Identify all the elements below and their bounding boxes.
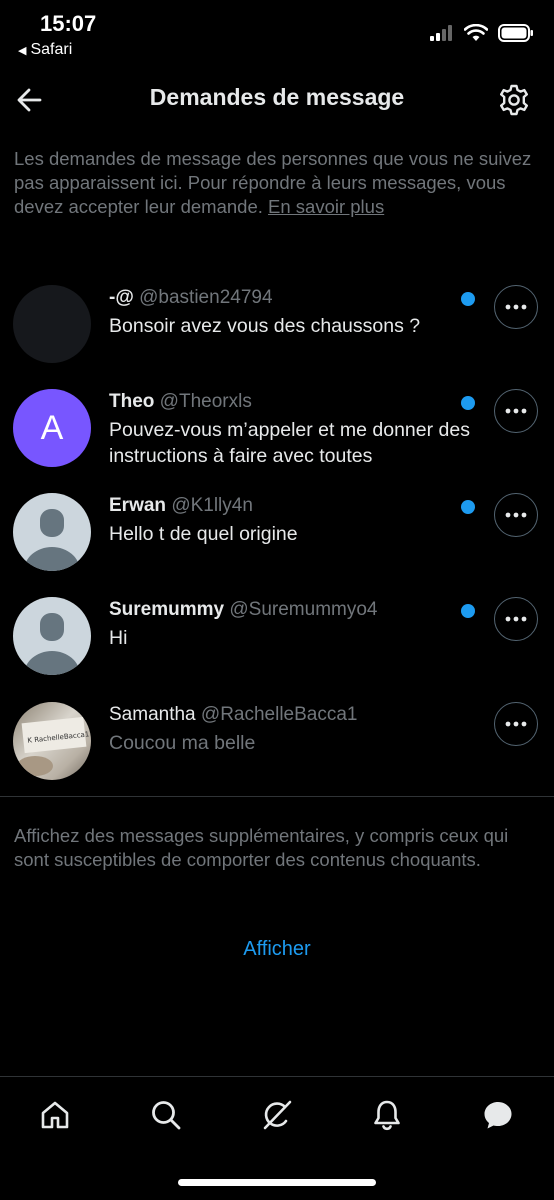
conversation-name: -@ xyxy=(109,287,134,308)
settings-button[interactable] xyxy=(496,82,532,118)
conversation-item[interactable]: Erwan @K1lly4n Hello t de quel origine xyxy=(0,493,554,573)
avatar: A xyxy=(13,389,91,467)
unread-indicator xyxy=(461,500,475,514)
back-app-label: Safari xyxy=(30,41,73,58)
back-to-app-link[interactable]: ◀ Safari xyxy=(18,41,72,59)
more-options-button[interactable] xyxy=(494,597,538,641)
conversation-handle: @bastien24794 xyxy=(139,287,273,308)
more-options-button[interactable] xyxy=(494,285,538,329)
learn-more-link[interactable]: En savoir plus xyxy=(268,196,384,217)
default-avatar-icon xyxy=(24,613,80,675)
conversation-handle: @K1lly4n xyxy=(171,495,253,516)
more-icon xyxy=(505,408,527,414)
conversation-name: Theo xyxy=(109,391,155,412)
info-text: Les demandes de message des personnes qu… xyxy=(14,147,542,219)
home-indicator xyxy=(178,1179,376,1186)
tab-grok[interactable] xyxy=(257,1095,297,1135)
home-icon xyxy=(41,1101,69,1129)
tab-search[interactable] xyxy=(146,1095,186,1135)
unread-indicator xyxy=(461,604,475,618)
unread-indicator xyxy=(461,396,475,410)
bell-icon xyxy=(374,1100,400,1131)
default-avatar-icon xyxy=(24,509,80,571)
conversation-message: Hi xyxy=(109,627,128,649)
conversation-item[interactable]: A Theo @Theorxls Pouvez-vous m’appeler e… xyxy=(0,389,554,469)
status-icons xyxy=(430,22,534,44)
tab-messages[interactable] xyxy=(478,1095,518,1135)
more-options-button[interactable] xyxy=(494,702,538,746)
conversation-name: Suremummy xyxy=(109,599,225,620)
wifi-icon xyxy=(464,24,488,41)
conversation-name: Samantha xyxy=(109,704,196,725)
more-icon xyxy=(505,721,527,727)
conversation-name: Erwan xyxy=(109,495,167,516)
conversation-item[interactable]: K RachelleBacca1 Samantha @RachelleBacca… xyxy=(0,702,554,782)
search-icon xyxy=(152,1101,181,1130)
default-avatar xyxy=(13,493,91,571)
gear-icon xyxy=(500,84,528,116)
messages-icon xyxy=(484,1102,512,1129)
tab-notifications[interactable] xyxy=(367,1095,407,1135)
more-icon xyxy=(505,616,527,622)
conversation-item[interactable]: -@ @bastien24794 Bonsoir avez vous des c… xyxy=(0,285,554,365)
conversation-item[interactable]: Suremummy @Suremummyo4 Hi xyxy=(0,597,554,677)
more-icon xyxy=(505,512,527,518)
conversation-handle: @RachelleBacca1 xyxy=(200,704,358,725)
back-triangle-icon: ◀ xyxy=(18,45,27,57)
status-bar: 15:07 ◀ Safari xyxy=(0,0,554,70)
more-options-button[interactable] xyxy=(494,389,538,433)
battery-icon xyxy=(498,24,533,42)
photo-avatar: K RachelleBacca1 xyxy=(13,702,91,780)
conversation-handle: @Suremummyo4 xyxy=(229,599,378,620)
show-more-button[interactable]: Afficher xyxy=(0,938,554,961)
conversation-message: Pouvez-vous m’appeler et me donner des i… xyxy=(109,419,470,467)
conversation-message: Hello t de quel origine xyxy=(109,523,298,545)
avatar xyxy=(13,285,91,363)
tab-home[interactable] xyxy=(35,1095,75,1135)
status-time: 15:07 xyxy=(40,11,97,36)
more-messages-info: Affichez des messages supplémentaires, y… xyxy=(14,825,509,870)
unread-indicator xyxy=(461,292,475,306)
default-avatar xyxy=(13,597,91,675)
conversation-message: Bonsoir avez vous des chaussons ? xyxy=(109,315,421,337)
avatar-letter: A xyxy=(40,408,64,447)
cellular-signal-icon xyxy=(430,25,452,41)
more-icon xyxy=(505,304,527,310)
avatar-photo: K RachelleBacca1 xyxy=(17,716,90,776)
grok-icon xyxy=(263,1100,292,1130)
more-options-button[interactable] xyxy=(494,493,538,537)
page-title: Demandes de message xyxy=(149,84,405,110)
conversation-handle: @Theorxls xyxy=(159,391,252,412)
conversation-message: Coucou ma belle xyxy=(109,732,256,754)
header: Demandes de message xyxy=(0,70,554,130)
divider xyxy=(0,796,554,797)
